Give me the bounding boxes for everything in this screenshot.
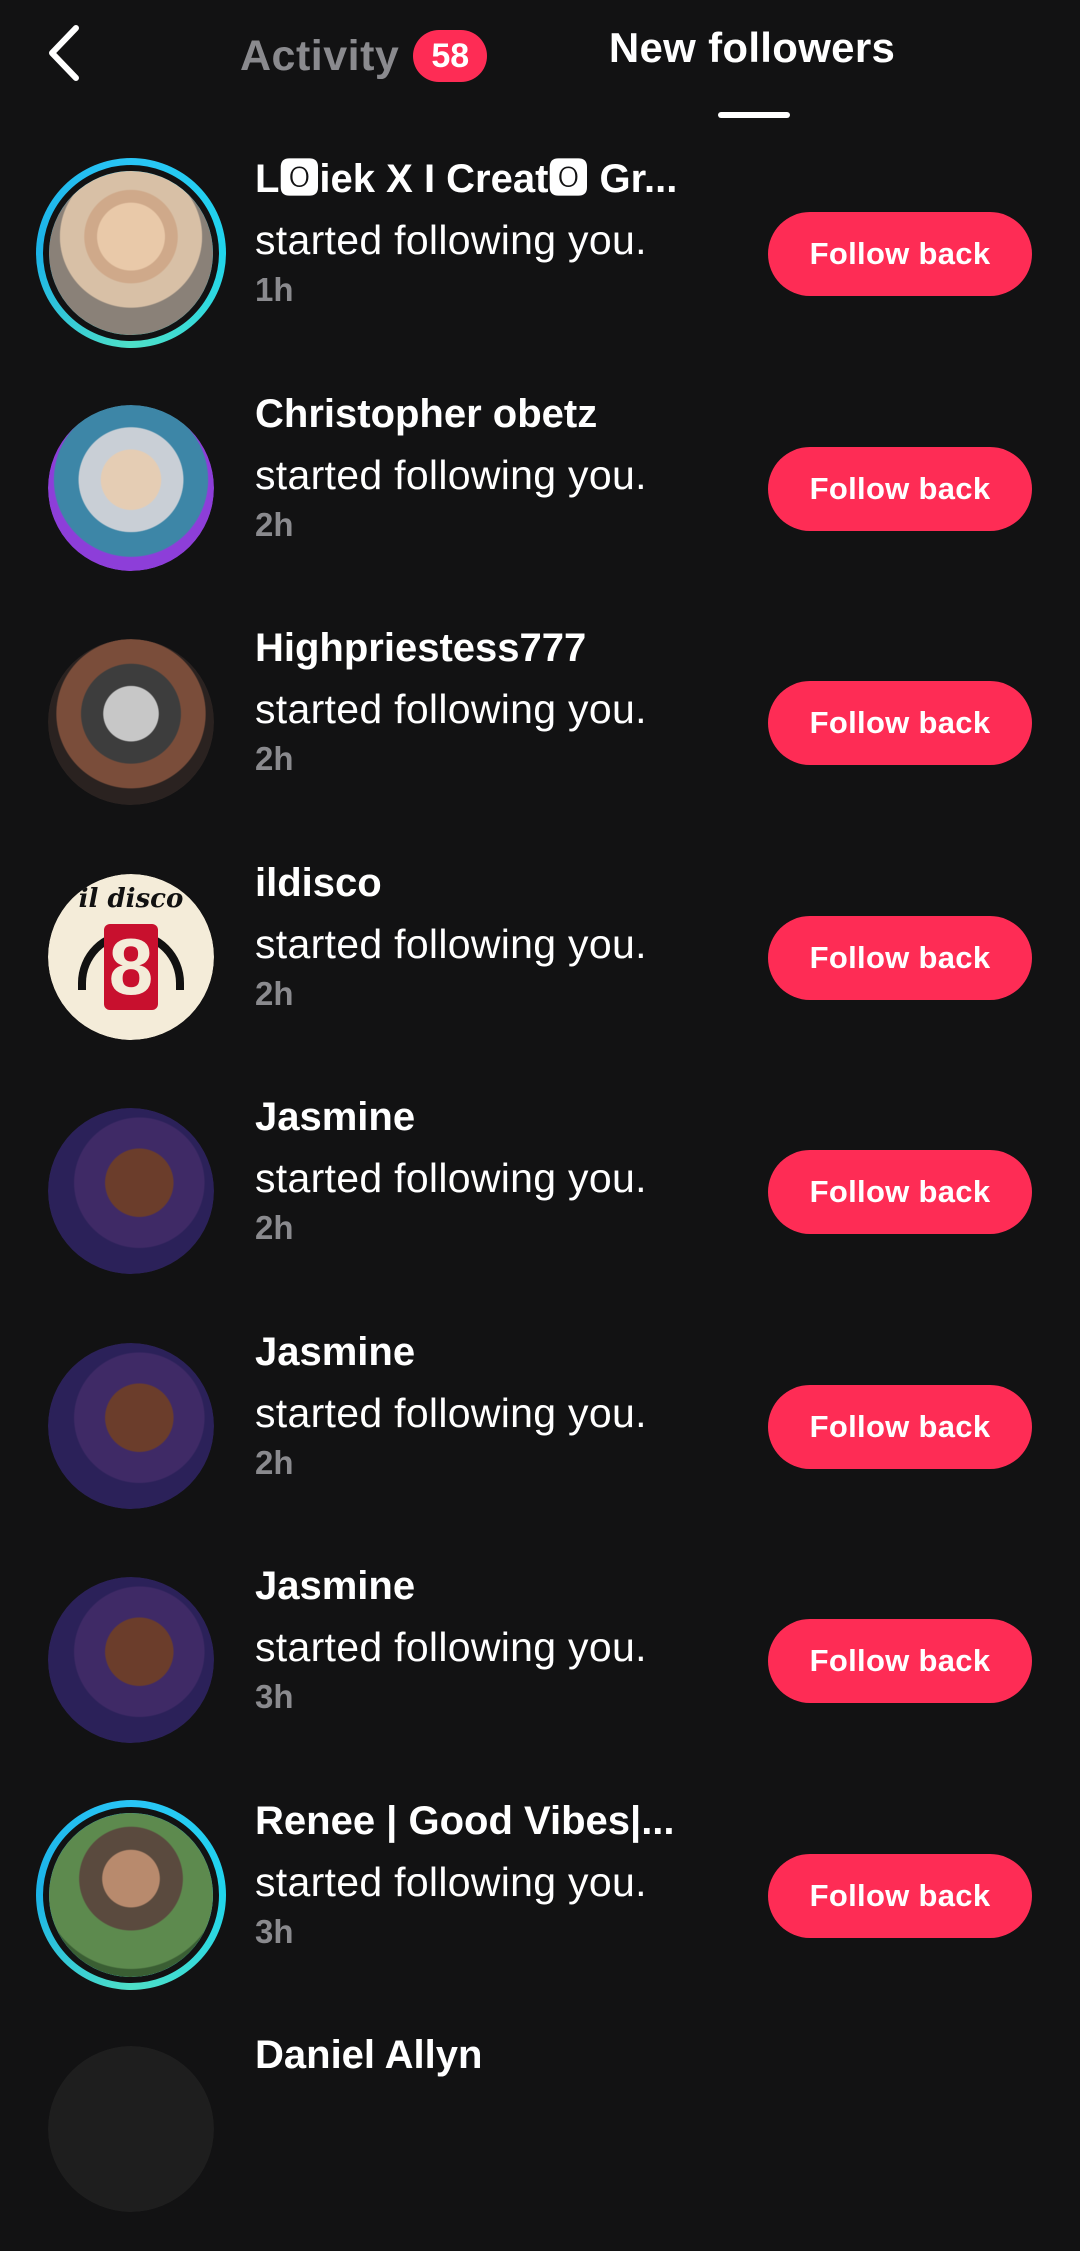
follower-name[interactable]: Daniel Allyn (255, 2030, 755, 2082)
list-item[interactable]: Highpriestess777 started following you. … (0, 609, 1080, 844)
follow-action-text: started following you. (255, 217, 647, 263)
timestamp: 2h (255, 1443, 294, 1481)
tab-activity-label: Activity (240, 31, 400, 80)
follow-action-text: started following you. (255, 451, 647, 498)
avatar[interactable] (48, 639, 214, 805)
follow-back-button[interactable]: Follow back (768, 1619, 1032, 1703)
tab-new-followers[interactable]: New followers (592, 20, 912, 118)
notification-count-badge: 58 (413, 30, 488, 82)
followers-list: L🅾iek X I Creat🅾 Gr... started following… (0, 140, 1080, 2251)
list-item[interactable]: Daniel Allyn (0, 2016, 1080, 2251)
follower-name[interactable]: Jasmine (255, 1561, 755, 1613)
avatar[interactable] (48, 2046, 214, 2212)
follow-action-text: started following you. (255, 920, 647, 967)
follower-name[interactable]: ildisco (255, 858, 755, 910)
chevron-left-icon[interactable] (44, 22, 84, 84)
follower-name[interactable]: Jasmine (255, 1327, 755, 1379)
follower-name[interactable]: Jasmine (255, 1092, 755, 1144)
timestamp: 2h (255, 505, 294, 543)
follow-action-text: started following you. (255, 1624, 647, 1670)
follow-action-text: started following you. (255, 1389, 647, 1436)
disco-logo: il disco 8 (48, 873, 214, 1040)
avatar[interactable]: il disco 8 (48, 873, 214, 1040)
follow-back-button[interactable]: Follow back (768, 1384, 1032, 1469)
number-eight-icon: 8 (104, 923, 158, 1010)
timestamp: 2h (255, 740, 294, 777)
timestamp: 2h (255, 974, 294, 1012)
follow-back-button[interactable]: Follow back (768, 212, 1032, 296)
avatar[interactable] (48, 1342, 214, 1509)
follow-back-button[interactable]: Follow back (768, 1150, 1032, 1234)
follower-name[interactable]: Renee | Good Vibes|... (255, 1796, 755, 1848)
list-item[interactable]: Jasmine started following you. 2h Follow… (0, 1078, 1080, 1313)
follower-name[interactable]: Highpriestess777 (255, 623, 755, 675)
list-item[interactable]: il disco 8 ildisco started following you… (0, 844, 1080, 1079)
timestamp: 3h (255, 1912, 294, 1950)
avatar[interactable] (48, 404, 214, 571)
follow-back-button[interactable]: Follow back (768, 681, 1032, 765)
list-item[interactable]: Renee | Good Vibes|... started following… (0, 1782, 1080, 2017)
tab-new-followers-label: New followers (608, 24, 896, 71)
follow-back-button[interactable]: Follow back (768, 915, 1032, 1000)
disco-logo-text: il disco (78, 883, 184, 914)
follow-action-text: started following you. (255, 1155, 647, 1201)
header: Activity 58 New followers (0, 0, 1080, 130)
list-item[interactable]: Jasmine started following you. 2h Follow… (0, 1313, 1080, 1548)
avatar[interactable] (48, 1577, 214, 1743)
timestamp: 3h (255, 1678, 294, 1715)
avatar[interactable] (48, 1108, 214, 1274)
tab-activity[interactable]: Activity 58 (240, 26, 488, 86)
active-tab-indicator (718, 112, 790, 118)
list-item[interactable]: L🅾iek X I Creat🅾 Gr... started following… (0, 140, 1080, 375)
timestamp: 1h (255, 271, 294, 308)
follow-back-button[interactable]: Follow back (768, 446, 1032, 531)
follower-name[interactable]: Christopher obetz (255, 389, 755, 441)
follow-back-button[interactable]: Follow back (768, 1853, 1032, 1938)
timestamp: 2h (255, 1209, 294, 1246)
follow-action-text: started following you. (255, 1858, 647, 1905)
avatar[interactable] (36, 158, 226, 348)
follower-name[interactable]: L🅾iek X I Creat🅾 Gr... (255, 154, 755, 206)
avatar[interactable] (36, 1799, 226, 1990)
list-item[interactable]: Jasmine started following you. 3h Follow… (0, 1547, 1080, 1782)
follow-action-text: started following you. (255, 686, 647, 732)
list-item[interactable]: Christopher obetz started following you.… (0, 375, 1080, 610)
